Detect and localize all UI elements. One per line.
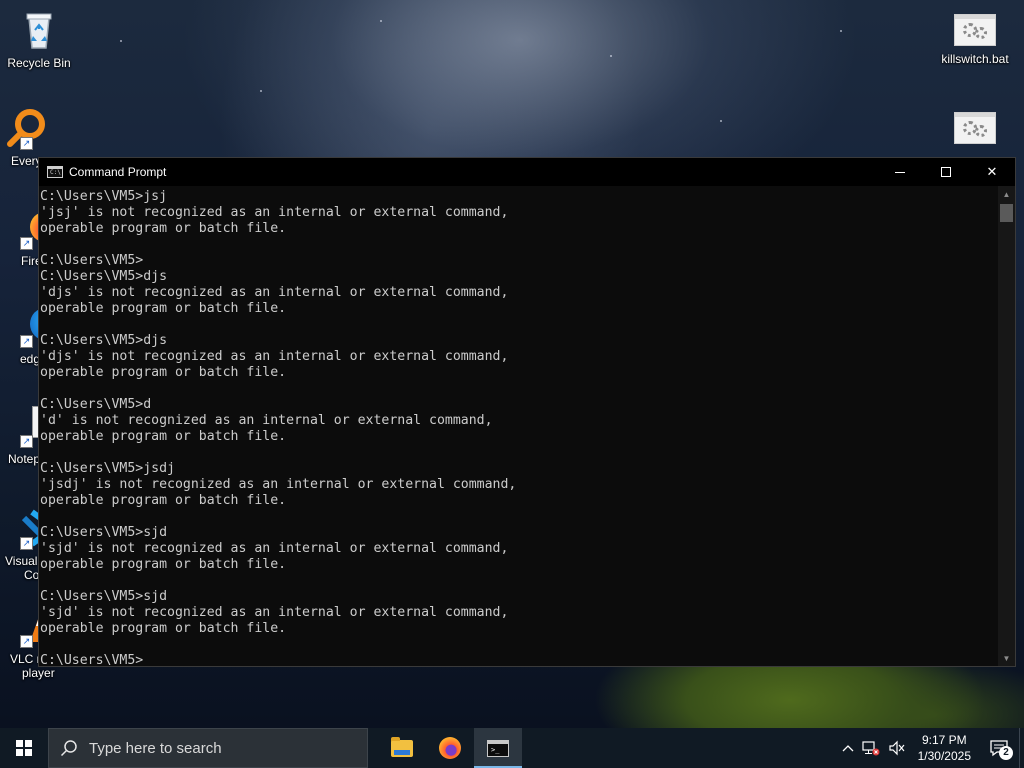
shortcut-arrow-icon: ↗	[20, 137, 33, 150]
console-prompt-line: C:\Users\VM5>	[40, 653, 999, 666]
folder-icon	[391, 736, 413, 757]
windows-logo-icon	[16, 740, 32, 756]
shortcut-arrow-icon: ↗	[20, 635, 33, 648]
wallpaper-star	[720, 120, 722, 122]
console-line: 'jsdj' is not recognized as an internal …	[40, 477, 517, 492]
shortcut-arrow-icon: ↗	[20, 537, 33, 550]
show-desktop-button[interactable]	[1019, 728, 1024, 768]
chevron-up-icon: ▲	[1002, 189, 1011, 199]
desktop-icon-recycle-bin[interactable]: Recycle Bin	[1, 8, 77, 70]
console-line: C:\Users\VM5>jsdj	[40, 461, 175, 476]
taskbar-app-file-explorer[interactable]	[378, 728, 426, 768]
console-line: C:\Users\VM5>sjd	[40, 589, 168, 604]
clock-time: 9:17 PM	[921, 733, 967, 747]
action-center-button[interactable]: 2	[979, 728, 1019, 768]
console-line: C:\Users\VM5>	[40, 253, 144, 268]
system-tray: 9:17 PM 1/30/2025 2	[838, 728, 1024, 768]
desktop-icon-label: player	[22, 666, 55, 680]
recycle-bin-icon	[17, 8, 61, 52]
desktop-icon-killswitch-bat[interactable]: killswitch.bat	[937, 14, 1013, 66]
console-line: operable program or batch file.	[40, 557, 287, 572]
console-line: 'djs' is not recognized as an internal o…	[40, 349, 509, 364]
search-placeholder: Type here to search	[89, 739, 222, 757]
scroll-down-button[interactable]: ▼	[998, 650, 1015, 666]
taskbar-app-command-prompt[interactable]: >_	[474, 728, 522, 768]
console-line: C:\Users\VM5>sjd	[40, 525, 168, 540]
wallpaper-star	[120, 40, 122, 42]
console-line: operable program or batch file.	[40, 493, 287, 508]
console-line: operable program or batch file.	[40, 301, 287, 316]
minimize-button[interactable]	[877, 158, 923, 186]
clock-date: 1/30/2025	[917, 749, 971, 763]
taskbar-search-box[interactable]: Type here to search	[48, 728, 368, 768]
shortcut-arrow-icon: ↗	[20, 435, 33, 448]
scrollbar-thumb[interactable]	[1000, 204, 1013, 222]
console-line: operable program or batch file.	[40, 365, 287, 380]
command-prompt-icon: >_	[487, 739, 509, 757]
console-output[interactable]: C:\Users\VM5>jsj'jsj' is not recognized …	[39, 186, 999, 666]
shortcut-arrow-icon: ↗	[20, 335, 33, 348]
desktop-icon-batch-file[interactable]	[937, 112, 1013, 150]
desktop-icon-label: killswitch.bat	[941, 52, 1009, 66]
window-title: Command Prompt	[69, 165, 167, 179]
vertical-scrollbar[interactable]: ▲ ▼	[998, 186, 1015, 666]
console-line: operable program or batch file.	[40, 429, 287, 444]
notification-count-badge: 2	[999, 746, 1013, 760]
volume-button[interactable]	[884, 728, 910, 768]
close-icon: ✕	[986, 164, 998, 179]
wallpaper-star	[260, 90, 262, 92]
maximize-icon	[941, 167, 951, 177]
console-line: C:\Users\VM5>d	[40, 397, 152, 412]
network-button[interactable]	[858, 728, 884, 768]
console-line: C:\Users\VM5>djs	[40, 333, 168, 348]
console-line: operable program or batch file.	[40, 621, 287, 636]
desktop-icon-label: Recycle Bin	[7, 56, 71, 70]
volume-muted-icon	[889, 740, 905, 756]
console-line: 'sjd' is not recognized as an internal o…	[40, 605, 509, 620]
console-line: 'jsj' is not recognized as an internal o…	[40, 205, 509, 220]
shortcut-arrow-icon: ↗	[20, 237, 33, 250]
batch-file-gear-icon	[954, 14, 996, 46]
console-line: 'djs' is not recognized as an internal o…	[40, 285, 509, 300]
chevron-down-icon: ▼	[1002, 653, 1011, 663]
clock-button[interactable]: 9:17 PM 1/30/2025	[910, 732, 979, 764]
console-line: C:\Users\VM5>jsj	[40, 189, 168, 204]
show-hidden-icons-button[interactable]	[838, 728, 858, 768]
wallpaper-star	[610, 55, 612, 57]
search-icon	[49, 739, 89, 757]
command-prompt-icon: C:\	[47, 166, 63, 178]
taskbar-app-firefox[interactable]	[426, 728, 474, 768]
console-line: 'sjd' is not recognized as an internal o…	[40, 541, 509, 556]
minimize-icon	[895, 171, 905, 173]
taskbar: Type here to search >_ 9:17 PM 1/30/2025…	[0, 728, 1024, 768]
console-line: 'd' is not recognized as an internal or …	[40, 413, 493, 428]
wallpaper-star	[380, 20, 382, 22]
window-titlebar[interactable]: C:\ Command Prompt ✕	[39, 158, 1015, 186]
console-line: operable program or batch file.	[40, 221, 287, 236]
maximize-button[interactable]	[923, 158, 969, 186]
wallpaper-star	[840, 30, 842, 32]
network-disconnected-icon	[862, 741, 880, 756]
scroll-up-button[interactable]: ▲	[998, 186, 1015, 202]
window-controls: ✕	[877, 158, 1015, 186]
chevron-up-icon	[842, 745, 854, 752]
firefox-icon	[439, 737, 461, 759]
start-button[interactable]	[0, 728, 48, 768]
everything-search-icon: ↗	[2, 106, 46, 150]
batch-file-gear-icon	[954, 112, 996, 144]
console-line: C:\Users\VM5>djs	[40, 269, 168, 284]
console-prompt: C:\Users\VM5>	[40, 653, 144, 666]
close-button[interactable]: ✕	[969, 158, 1015, 186]
command-prompt-window[interactable]: C:\ Command Prompt ✕ C:\Users\VM5>jsj'js…	[38, 157, 1016, 667]
